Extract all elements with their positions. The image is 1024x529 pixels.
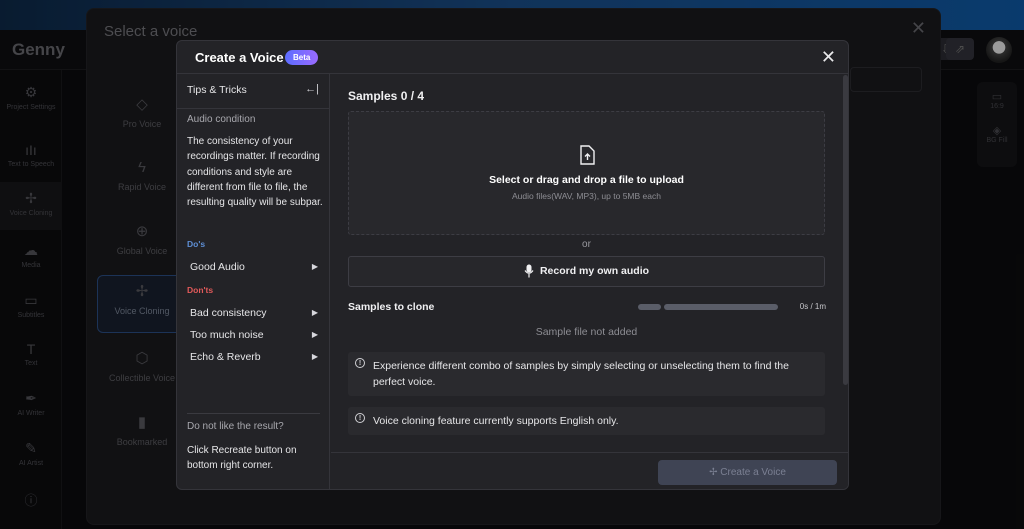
or-separator: or [582, 239, 591, 250]
modal-footer: ✢ Create a Voice [331, 452, 848, 489]
upload-dropzone[interactable]: Select or drag and drop a file to upload… [348, 111, 825, 235]
progress-segment [664, 304, 778, 310]
create-voice-button[interactable]: ✢ Create a Voice [658, 460, 837, 485]
duration-readout: 0s / 1m [799, 302, 826, 311]
samples-panel: Samples 0 / 4 Select or drag and drop a … [331, 74, 848, 489]
modal-header: Create a Voice Beta ✕ [177, 41, 848, 74]
sparkle-icon: ✢ [709, 467, 721, 478]
tips-question: Do not like the result? [187, 421, 284, 432]
duration-progress [638, 304, 778, 310]
tip-label: Too much noise [190, 329, 264, 341]
tips-subtitle: Audio condition [187, 114, 256, 125]
progress-segment [638, 304, 661, 310]
tips-header: Tips & Tricks [187, 84, 247, 96]
dropzone-title: Select or drag and drop a file to upload [489, 174, 684, 186]
tip-label: Echo & Reverb [190, 351, 261, 363]
dos-label: Do's [187, 239, 206, 249]
collapse-icon[interactable]: ←| [305, 83, 319, 95]
play-icon: ▶ [311, 352, 318, 361]
info-text: Voice cloning feature currently supports… [373, 415, 619, 427]
tip-echo-reverb[interactable]: Echo & Reverb ▶ [187, 347, 320, 367]
tips-text: The consistency of your recordings matte… [187, 136, 323, 209]
create-voice-modal: Create a Voice Beta ✕ Tips & Tricks ←| A… [176, 40, 849, 490]
tip-label: Good Audio [190, 261, 245, 273]
info-note: ! Experience different combo of samples … [348, 352, 825, 396]
microphone-icon [524, 264, 534, 278]
tips-panel: Tips & Tricks ←| Audio condition The con… [177, 74, 330, 489]
divider [187, 413, 320, 414]
donts-label: Don'ts [187, 285, 214, 295]
tip-good-audio[interactable]: Good Audio ▶ [187, 257, 320, 277]
record-audio-button[interactable]: Record my own audio [348, 256, 825, 287]
samples-title: Samples 0 / 4 [348, 89, 425, 103]
modal-title: Create a Voice [195, 50, 284, 65]
tip-too-much-noise[interactable]: Too much noise ▶ [187, 325, 320, 345]
scrollbar[interactable] [843, 75, 848, 385]
file-upload-icon [579, 145, 595, 165]
tip-label: Bad consistency [190, 307, 267, 319]
info-text: Experience different combo of samples by… [373, 360, 789, 388]
empty-state-text: Sample file not added [535, 326, 638, 338]
close-icon[interactable]: ✕ [821, 47, 836, 68]
divider [177, 108, 330, 109]
play-icon: ▶ [311, 308, 318, 317]
create-label: Create a Voice [720, 467, 786, 478]
tips-answer: Click Recreate button on bottom right co… [187, 445, 297, 472]
info-icon: ! [355, 413, 365, 423]
tip-bad-consistency[interactable]: Bad consistency ▶ [187, 303, 320, 323]
record-label: Record my own audio [539, 265, 650, 277]
samples-to-clone-label: Samples to clone [348, 301, 435, 313]
dropzone-subtitle: Audio files(WAV, MP3), up to 5MB each [512, 191, 661, 201]
play-icon: ▶ [311, 262, 318, 271]
play-icon: ▶ [311, 330, 318, 339]
info-icon: ! [355, 358, 365, 368]
info-note: ! Voice cloning feature currently suppor… [348, 407, 825, 435]
beta-badge: Beta [285, 50, 319, 65]
